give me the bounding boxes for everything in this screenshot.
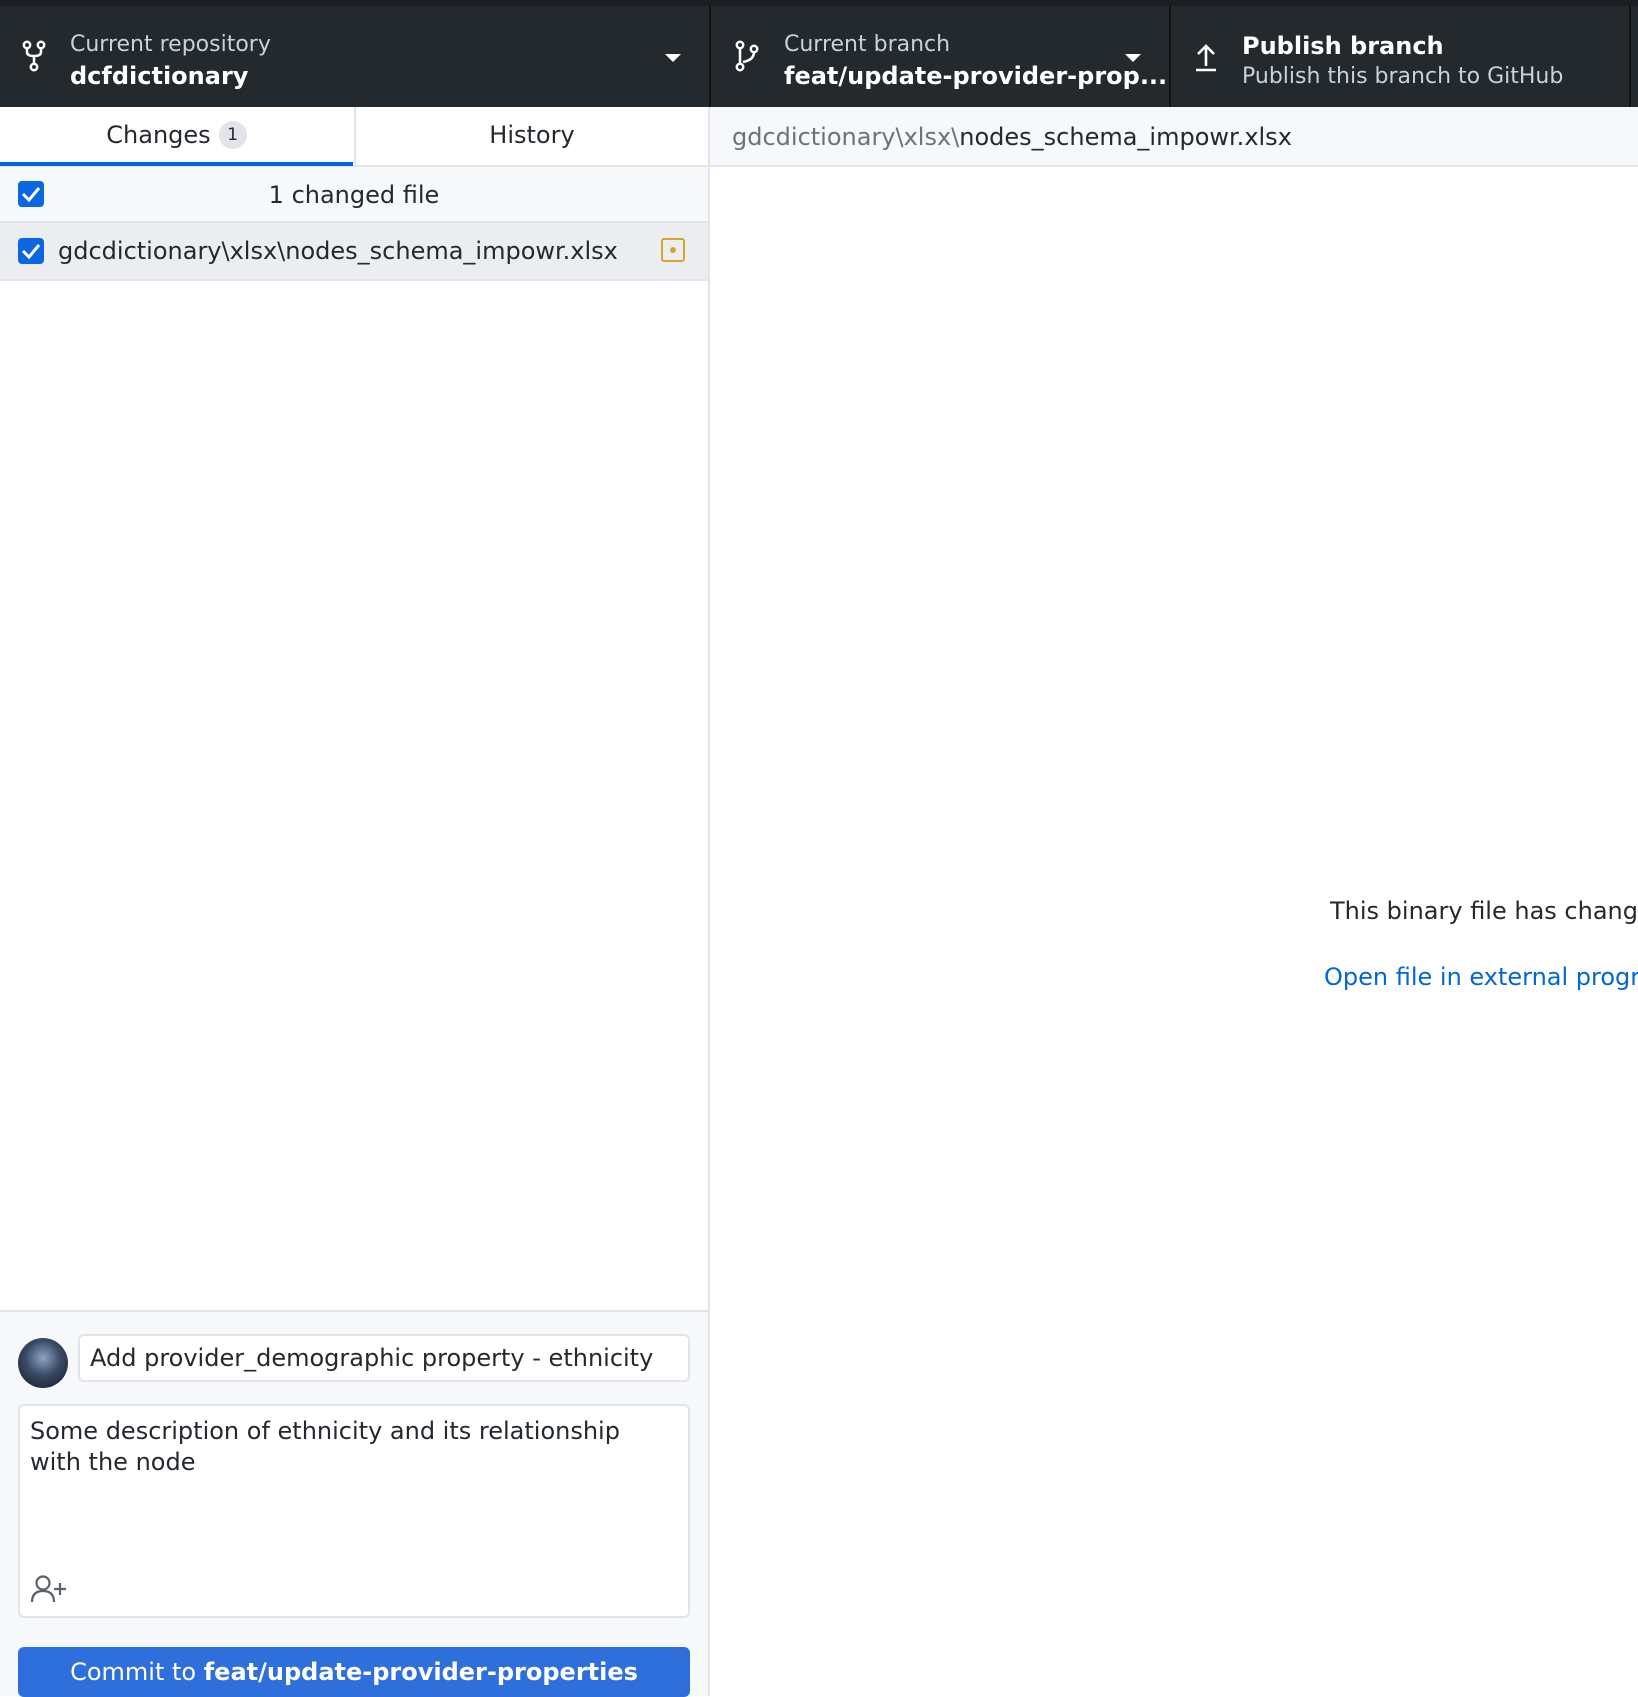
repo-icon	[22, 40, 46, 72]
publish-branch-button[interactable]: Publish branch Publish this branch to Gi…	[1171, 6, 1631, 107]
tab-bar: Changes 1 History	[0, 107, 708, 167]
toolbar: Current repository dcfdictionary Current…	[0, 0, 1638, 107]
branch-icon	[735, 40, 759, 72]
repository-selector[interactable]: Current repository dcfdictionary	[0, 6, 711, 107]
file-path-header: gdcdictionary\xlsx\nodes_schema_impowr.x…	[710, 107, 1638, 167]
commit-button[interactable]: Commit to feat/update-provider-propertie…	[18, 1647, 690, 1697]
branch-name: feat/update-provider-prop...	[784, 62, 1168, 90]
tab-history[interactable]: History	[354, 107, 708, 165]
file-modified-icon	[661, 238, 685, 262]
file-checkbox[interactable]	[18, 238, 44, 264]
changed-files-count: 1 changed file	[268, 181, 440, 209]
breadcrumb-directory: gdcdictionary\xlsx\	[732, 123, 960, 151]
commit-description-text: Some description of ethnicity and its re…	[30, 1417, 620, 1476]
commit-button-prefix: Commit to	[70, 1658, 204, 1686]
upload-icon	[1196, 44, 1216, 72]
changes-count-badge: 1	[218, 121, 247, 149]
tab-changes-label: Changes	[106, 121, 211, 149]
list-item[interactable]: gdcdictionary\xlsx\nodes_schema_impowr.x…	[0, 223, 708, 281]
commit-button-branch: feat/update-provider-properties	[203, 1658, 638, 1686]
chevron-down-icon	[1125, 54, 1141, 62]
open-external-link[interactable]: Open file in external program.	[1324, 963, 1638, 991]
chevron-down-icon	[665, 54, 681, 62]
commit-summary-input[interactable]	[78, 1334, 690, 1382]
diff-view: gdcdictionary\xlsx\nodes_schema_impowr.x…	[710, 107, 1638, 1696]
repository-name: dcfdictionary	[70, 62, 249, 90]
publish-subtitle: Publish this branch to GitHub	[1242, 64, 1564, 89]
checkmark-icon	[21, 244, 41, 260]
publish-title: Publish branch	[1242, 32, 1444, 60]
commit-message-area: Some description of ethnicity and its re…	[0, 1310, 708, 1697]
commit-description-field[interactable]: Some description of ethnicity and its re…	[18, 1404, 690, 1618]
add-coauthor-icon[interactable]	[30, 1574, 68, 1604]
changes-sidebar: Changes 1 History 1 changed file gdcdicti…	[0, 107, 710, 1697]
tab-history-label: History	[489, 121, 575, 149]
tab-changes[interactable]: Changes 1	[0, 107, 353, 166]
avatar	[18, 1338, 68, 1388]
changes-list-header: 1 changed file	[0, 167, 708, 223]
branch-title: Current branch	[784, 32, 951, 57]
breadcrumb: gdcdictionary\xlsx\nodes_schema_impowr.x…	[732, 123, 1292, 151]
breadcrumb-file: nodes_schema_impowr.xlsx	[959, 123, 1292, 151]
file-path: gdcdictionary\xlsx\nodes_schema_impowr.x…	[58, 237, 618, 265]
branch-selector[interactable]: Current branch feat/update-provider-prop…	[711, 6, 1171, 107]
binary-file-message: This binary file has changed.	[1330, 897, 1638, 925]
repository-title: Current repository	[70, 32, 271, 57]
